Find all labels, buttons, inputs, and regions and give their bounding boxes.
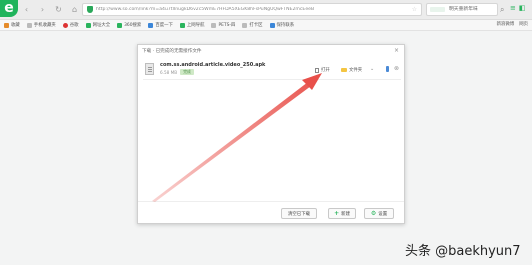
close-icon[interactable]: × xyxy=(394,47,399,54)
tab-icon[interactable]: ◧ xyxy=(519,4,526,12)
baidu-icon xyxy=(148,22,154,28)
bookmark-item[interactable]: 上网导航 xyxy=(179,22,204,28)
bookmark-item[interactable]: 打卡区 xyxy=(242,22,263,28)
bookmark-item[interactable]: 网址大全 xyxy=(85,22,110,28)
new-label: 新建 xyxy=(341,211,350,217)
download-dialog: 下载 · 已完成的无需接作文件 × com.ss.android.article… xyxy=(137,44,405,224)
phone-icon xyxy=(26,22,32,28)
new-download-button[interactable]: + 新建 xyxy=(328,208,356,219)
bookmarks-bar: 收藏 手机收藏夹 谷歌 网址大全 360搜索 百度一下 上网导航 PETS-四 … xyxy=(0,20,532,31)
open-folder-button[interactable]: 文件夹 xyxy=(341,67,362,73)
download-item: com.ss.android.article.video_250.apk 6.5… xyxy=(143,60,401,80)
open-label: 打开 xyxy=(321,68,330,73)
doc-icon xyxy=(211,22,217,28)
dialog-footer: 清空已下载 + 新建 ⚙ 设置 xyxy=(138,201,404,223)
url-text[interactable]: http://www.so.com/link?m=a4u7tlInugkD6v2… xyxy=(96,7,409,12)
document-icon xyxy=(315,67,319,73)
clear-label: 清空已下载 xyxy=(288,211,310,217)
clear-downloads-button[interactable]: 清空已下载 xyxy=(281,208,317,219)
plus-icon: + xyxy=(334,210,340,217)
bookmark-item-web[interactable]: 网页 xyxy=(519,21,528,27)
back-icon[interactable]: ‹ xyxy=(22,5,31,14)
doc-icon xyxy=(242,22,248,28)
bookmark-item[interactable]: 百度一下 xyxy=(148,22,173,28)
pin-icon[interactable] xyxy=(386,66,389,72)
bookmark-star-icon[interactable]: ☆ xyxy=(412,6,417,13)
menu-icon[interactable]: ≡ xyxy=(510,4,516,12)
address-bar[interactable]: http://www.so.com/link?m=a4u7tlInugkD6v2… xyxy=(82,3,422,16)
bookmark-item[interactable]: 收藏 xyxy=(4,22,20,28)
nav-buttons: ‹ › ↻ ⌂ xyxy=(22,5,79,14)
file-size: 6.58 MB xyxy=(160,70,178,75)
search-engine-icon[interactable] xyxy=(430,7,445,12)
file-name: com.ss.android.article.video_250.apk xyxy=(160,62,266,68)
bookmarks-right: 新浪微博 网页 xyxy=(497,21,528,27)
doc-icon xyxy=(269,22,275,28)
settings-label: 设置 xyxy=(378,211,388,217)
globe-icon xyxy=(85,22,91,28)
search-input[interactable]: 明天重新年味 xyxy=(426,3,498,16)
search-icon xyxy=(117,22,123,28)
delete-icon[interactable]: ⊗ xyxy=(394,65,399,72)
settings-button[interactable]: ⚙ 设置 xyxy=(364,208,394,219)
home-icon[interactable]: ⌂ xyxy=(70,5,79,14)
gear-icon: ⚙ xyxy=(370,210,377,217)
bookmark-item[interactable]: 360搜索 xyxy=(117,22,141,28)
window-controls: ≡ ◧ xyxy=(510,4,526,12)
bookmark-item[interactable]: 谷歌 xyxy=(62,22,79,28)
google-icon xyxy=(62,22,68,28)
open-file-button[interactable]: 打开 xyxy=(315,67,330,73)
bookmark-item[interactable]: 手机收藏夹 xyxy=(26,22,56,28)
file-icon xyxy=(145,63,154,75)
star-icon xyxy=(4,22,9,28)
folder-icon xyxy=(341,68,347,72)
bookmark-item[interactable]: 保持联系 xyxy=(269,22,294,28)
browser-toolbar: e ‹ › ↻ ⌂ http://www.so.com/link?m=a4u7t… xyxy=(0,0,532,20)
dialog-title: 下载 · 已完成的无需接作文件 xyxy=(142,49,202,54)
status-badge: 完成 xyxy=(180,69,194,75)
folder-label: 文件夹 xyxy=(349,68,363,73)
watermark: 头条 @baekhyun7 xyxy=(405,244,521,259)
reload-icon[interactable]: ↻ xyxy=(54,5,63,14)
secure-shield-icon xyxy=(87,6,93,13)
search-placeholder: 明天重新年味 xyxy=(449,7,478,12)
search-icon[interactable]: ⌕ xyxy=(500,5,504,15)
nav-icon xyxy=(179,22,185,28)
chevron-down-icon[interactable]: ⌄ xyxy=(370,66,374,72)
bookmark-item[interactable]: PETS-四 xyxy=(211,22,235,28)
bookmark-item-weibo[interactable]: 新浪微博 xyxy=(497,21,515,27)
browser-logo[interactable]: e xyxy=(0,0,18,17)
forward-icon[interactable]: › xyxy=(38,5,47,14)
